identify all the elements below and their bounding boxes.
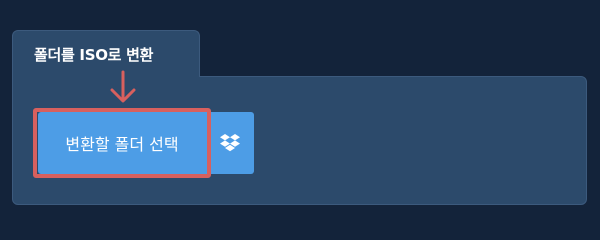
panel-tab-seam	[13, 74, 199, 80]
folder-button-group: 변환할 폴더 선택	[38, 112, 254, 174]
dropbox-button[interactable]	[206, 112, 254, 174]
arrow-down-icon	[110, 70, 136, 103]
select-folder-button[interactable]: 변환할 폴더 선택	[38, 112, 206, 174]
dropbox-icon	[220, 134, 240, 152]
panel-title: 폴더를 ISO로 변환	[34, 46, 154, 64]
